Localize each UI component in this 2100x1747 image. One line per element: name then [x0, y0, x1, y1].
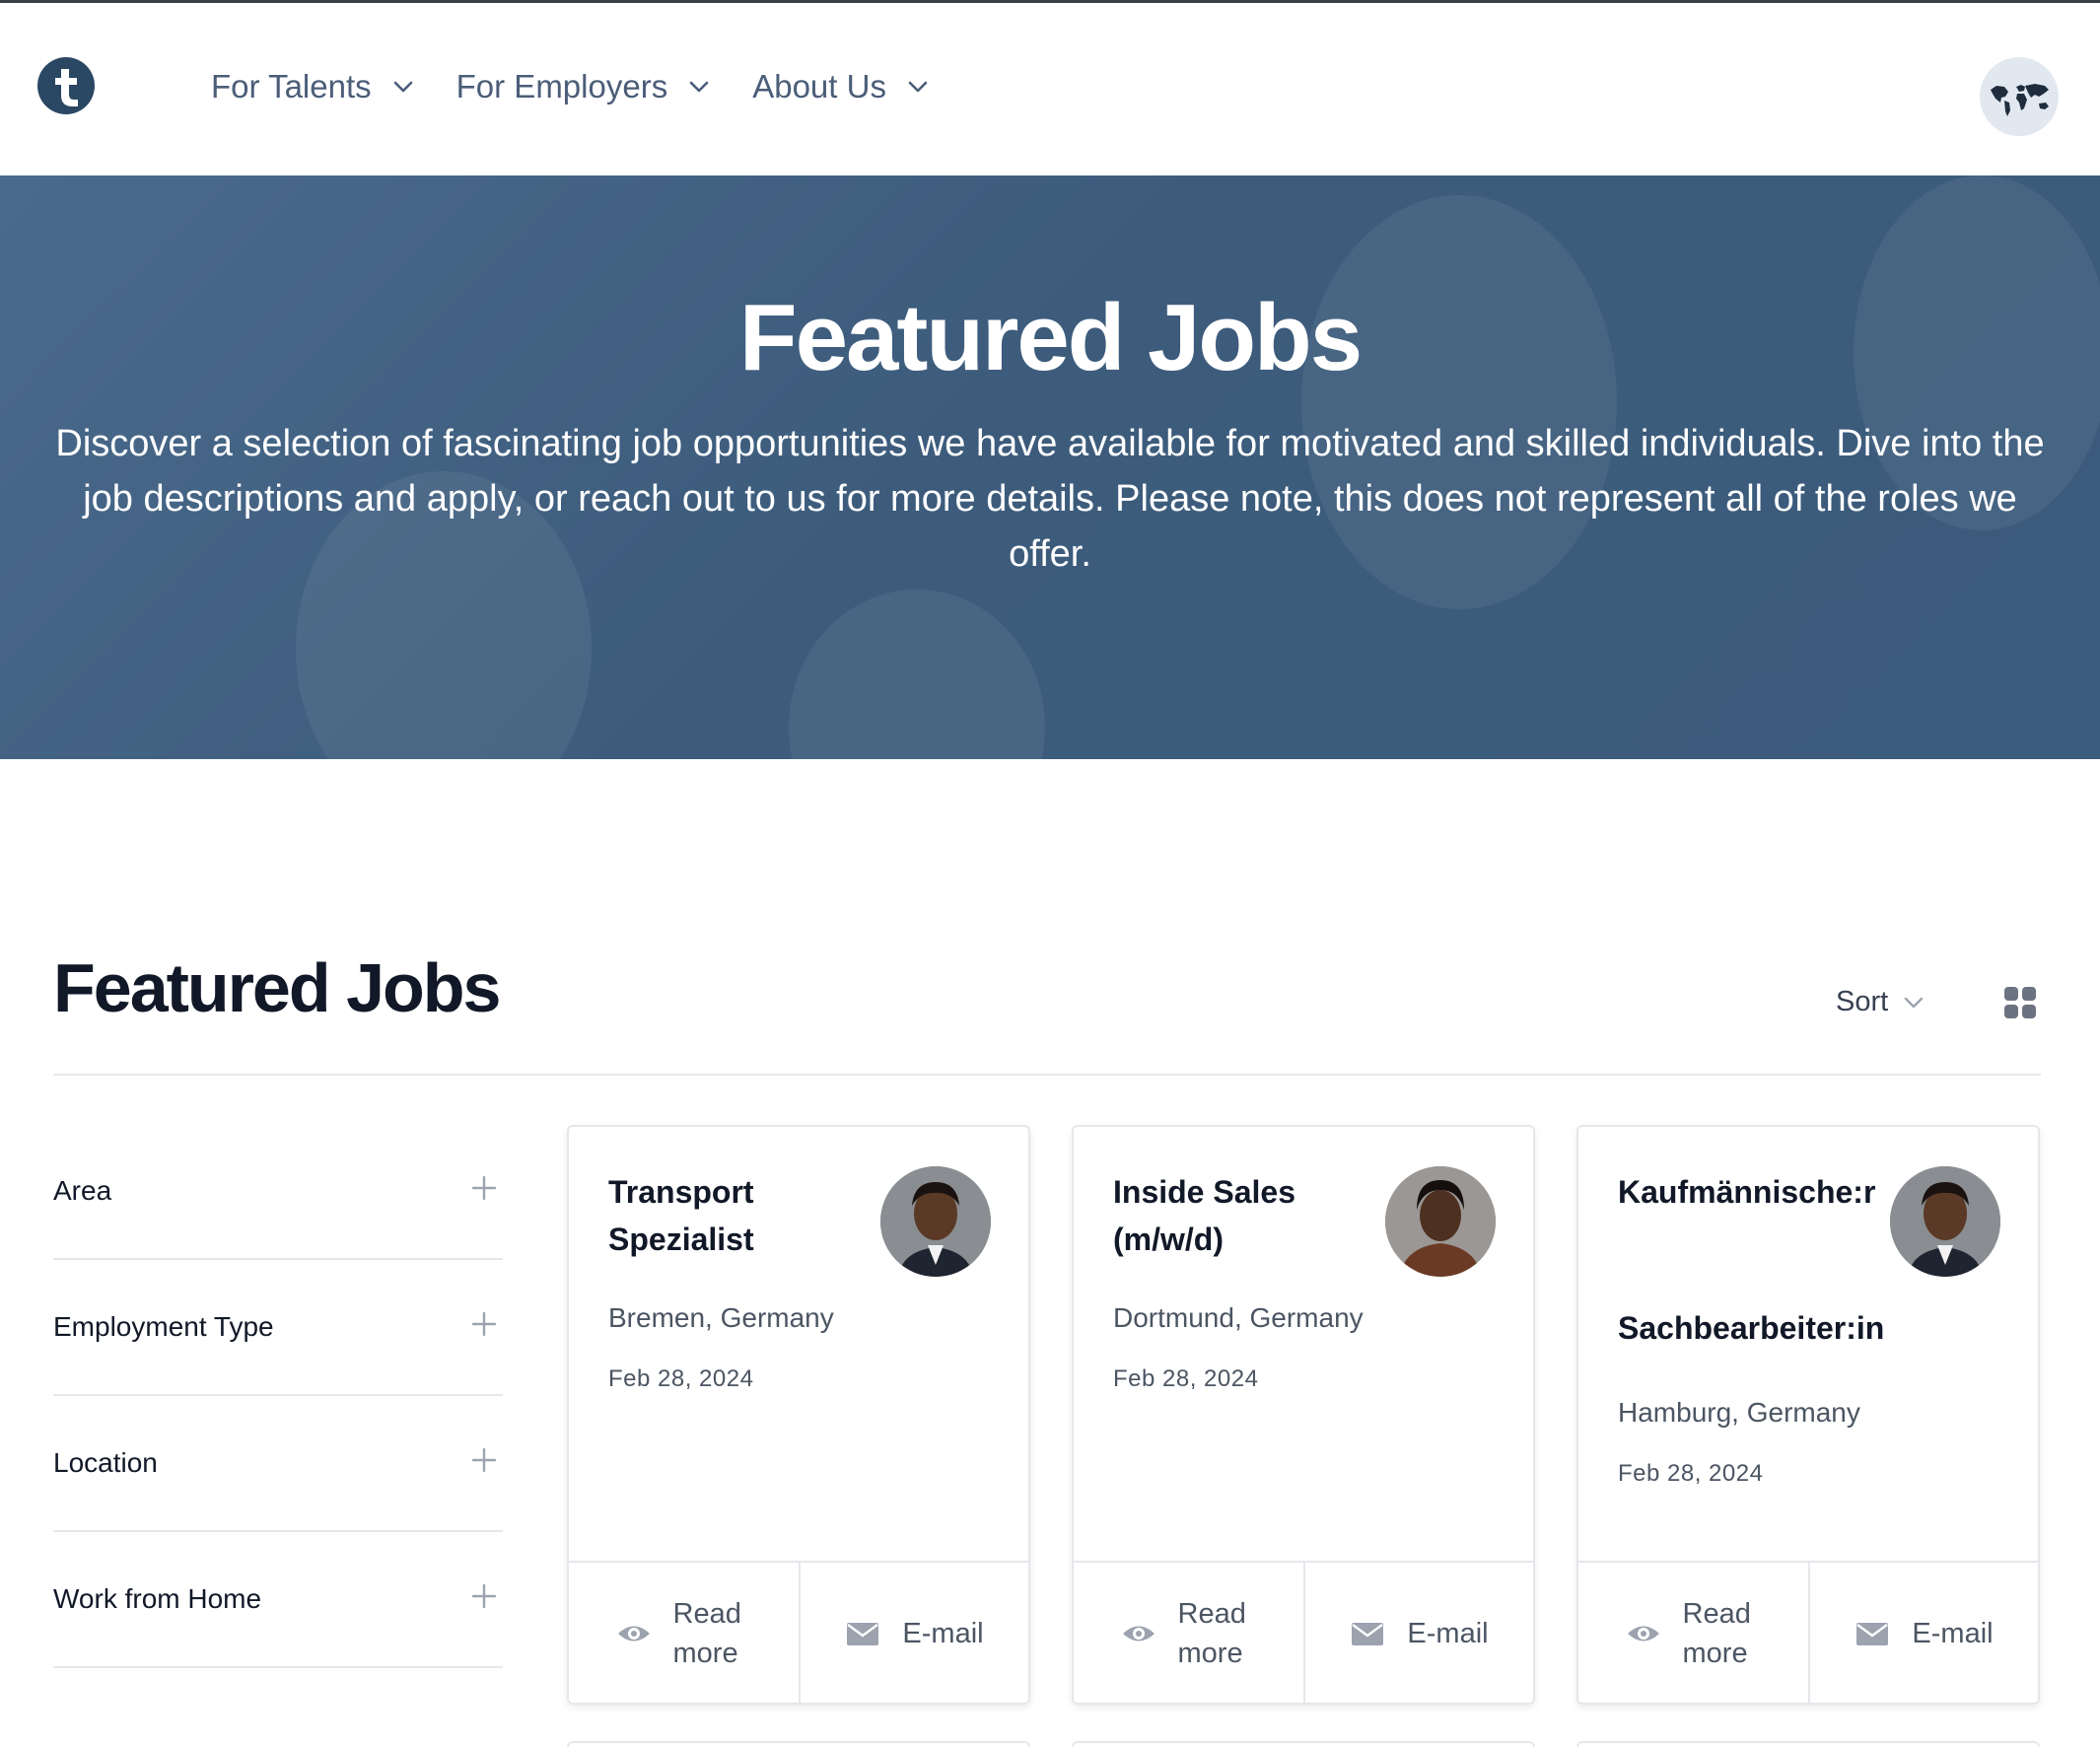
envelope-icon	[1856, 1623, 1889, 1645]
chevron-down-icon	[393, 81, 412, 93]
job-title[interactable]: Kaufmännische:r	[1618, 1168, 1914, 1216]
recruiter-avatar	[880, 1166, 991, 1277]
envelope-icon	[1352, 1623, 1384, 1645]
job-date: Feb 28, 2024	[608, 1365, 754, 1392]
filter-sidebar: Area Employment Type Location Work from …	[53, 1124, 503, 1668]
job-location: Bremen, Germany	[608, 1302, 834, 1333]
nav-label: About Us	[752, 68, 886, 105]
read-more-label: Read more	[672, 1598, 741, 1669]
read-more-button[interactable]: Read more	[1578, 1563, 1808, 1703]
job-date: Feb 28, 2024	[1113, 1365, 1259, 1392]
job-title[interactable]: Transport Spezialist	[608, 1168, 875, 1263]
logo-t-icon[interactable]	[37, 57, 95, 114]
hero-title: Featured Jobs	[738, 285, 1363, 390]
hero-description: Discover a selection of fascinating job …	[55, 423, 2045, 575]
card-actions: Read more E-mail	[1074, 1561, 1533, 1703]
nav-for-employers[interactable]: For Employers	[456, 68, 710, 105]
plus-icon	[471, 1311, 497, 1337]
job-location: Dortmund, Germany	[1113, 1302, 1364, 1333]
job-card: Transport Spezialist Bremen, Germany Feb…	[567, 1125, 1030, 1705]
nav-about-us[interactable]: About Us	[752, 68, 928, 105]
job-card-next-row	[1072, 1741, 1535, 1747]
envelope-icon	[847, 1623, 879, 1645]
read-more-button[interactable]: Read more	[569, 1563, 799, 1703]
job-date: Feb 28, 2024	[1618, 1460, 1764, 1487]
filter-label: Work from Home	[53, 1583, 262, 1614]
filter-employment-type[interactable]: Employment Type	[53, 1260, 503, 1396]
divider	[53, 1074, 2041, 1076]
chevron-down-icon	[689, 81, 709, 93]
hero-banner: Featured Jobs Discover a selection of fa…	[0, 175, 2100, 759]
recruiter-avatar	[1890, 1166, 2000, 1277]
world-map-icon	[1991, 84, 2049, 116]
job-card-next-row	[567, 1741, 1030, 1747]
filter-area[interactable]: Area	[53, 1124, 503, 1260]
email-button[interactable]: E-mail	[799, 1563, 1028, 1703]
hero-photo-silhouette	[789, 590, 1045, 759]
sort-dropdown[interactable]: Sort	[1836, 986, 1924, 1018]
avatar-photo	[1890, 1166, 2000, 1277]
avatar-photo	[880, 1166, 991, 1277]
grid-view-icon[interactable]	[2003, 986, 2037, 1019]
job-card: Inside Sales (m/w/d) Dortmund, Germany F…	[1072, 1125, 1535, 1705]
recruiter-avatar	[1385, 1166, 1496, 1277]
filter-work-from-home[interactable]: Work from Home	[53, 1532, 503, 1668]
filter-label: Area	[53, 1175, 112, 1206]
filter-location[interactable]: Location	[53, 1396, 503, 1532]
filter-label: Location	[53, 1447, 158, 1478]
plus-icon	[471, 1583, 497, 1609]
email-label: E-mail	[1912, 1618, 1994, 1649]
read-more-button[interactable]: Read more	[1074, 1563, 1303, 1703]
email-button[interactable]: E-mail	[1303, 1563, 1533, 1703]
eye-icon	[617, 1626, 650, 1642]
section-title: Featured Jobs	[53, 949, 501, 1026]
nav-label: For Talents	[211, 68, 372, 105]
card-actions: Read more E-mail	[1578, 1561, 2038, 1703]
read-more-label: Read more	[1177, 1598, 1246, 1669]
read-more-label: Read more	[1682, 1598, 1751, 1669]
email-label: E-mail	[902, 1618, 984, 1649]
eye-icon	[1627, 1626, 1659, 1642]
card-actions: Read more E-mail	[569, 1561, 1028, 1703]
plus-icon	[471, 1447, 497, 1473]
language-selector-button[interactable]	[1980, 57, 2059, 136]
job-card-next-row	[1576, 1741, 2040, 1747]
plus-icon	[471, 1175, 497, 1201]
chevron-down-icon	[908, 81, 928, 93]
sort-label: Sort	[1836, 986, 1889, 1017]
job-title[interactable]: Inside Sales (m/w/d)	[1113, 1168, 1379, 1263]
avatar-photo	[1385, 1166, 1496, 1277]
job-card: Kaufmännische:r Sachbearbeiter:in Hambur…	[1576, 1125, 2040, 1705]
site-header: For Talents For Employers About Us	[0, 3, 2100, 175]
email-button[interactable]: E-mail	[1808, 1563, 2038, 1703]
chevron-down-icon	[1904, 997, 1924, 1008]
eye-icon	[1122, 1626, 1155, 1642]
nav-for-talents[interactable]: For Talents	[211, 68, 413, 105]
job-title-line2[interactable]: Sachbearbeiter:in	[1618, 1310, 1884, 1347]
email-label: E-mail	[1407, 1618, 1489, 1649]
nav-label: For Employers	[455, 68, 668, 105]
filter-label: Employment Type	[53, 1311, 274, 1342]
job-location: Hamburg, Germany	[1618, 1397, 1860, 1428]
main-nav: For Talents For Employers About Us	[211, 68, 971, 105]
